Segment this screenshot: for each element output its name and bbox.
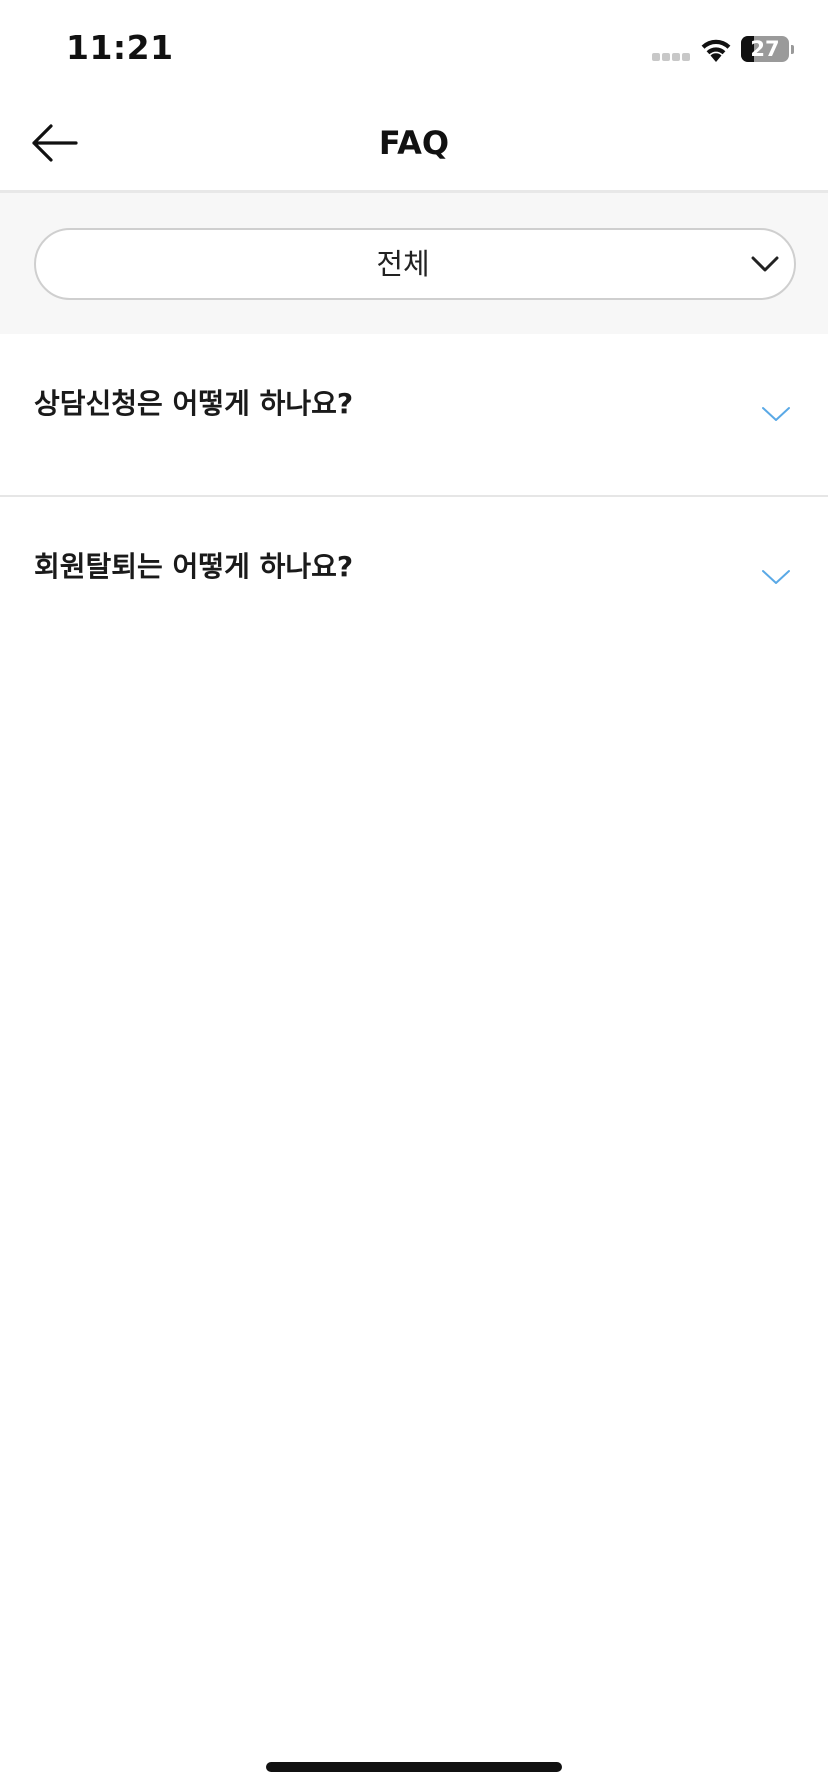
- battery-icon: 27: [741, 36, 789, 62]
- wifi-icon: [701, 39, 731, 62]
- status-bar: 11:21 27: [0, 0, 828, 96]
- category-dropdown-value: 전체: [376, 247, 430, 281]
- faq-screen: 11:21 27 FAQ 전체 상담신청은 어떻게 하나요? 회원탈퇴는 어떻게…: [0, 0, 828, 1792]
- battery-level: 27: [750, 37, 780, 61]
- chevron-down-icon: [751, 256, 779, 272]
- faq-question: 상담신청은 어떻게 하나요?: [34, 387, 354, 420]
- cellular-signal-icon: [652, 53, 690, 61]
- faq-list: 상담신청은 어떻게 하나요? 회원탈퇴는 어떻게 하나요?: [0, 334, 828, 658]
- faq-question: 회원탈퇴는 어떻게 하나요?: [34, 550, 354, 583]
- arrow-left-icon: [32, 124, 78, 162]
- back-button[interactable]: [26, 118, 82, 168]
- chevron-down-icon: [762, 407, 790, 421]
- status-time: 11:21: [66, 28, 174, 67]
- faq-item[interactable]: 회원탈퇴는 어떻게 하나요?: [0, 497, 828, 658]
- chevron-down-icon: [762, 570, 790, 584]
- battery-cap: [791, 45, 794, 54]
- home-indicator[interactable]: [266, 1762, 562, 1772]
- navigation-bar: FAQ: [0, 96, 828, 193]
- page-title: FAQ: [378, 124, 450, 162]
- faq-item[interactable]: 상담신청은 어떻게 하나요?: [0, 334, 828, 497]
- filter-area: 전체: [0, 193, 828, 334]
- category-dropdown[interactable]: 전체: [34, 228, 796, 300]
